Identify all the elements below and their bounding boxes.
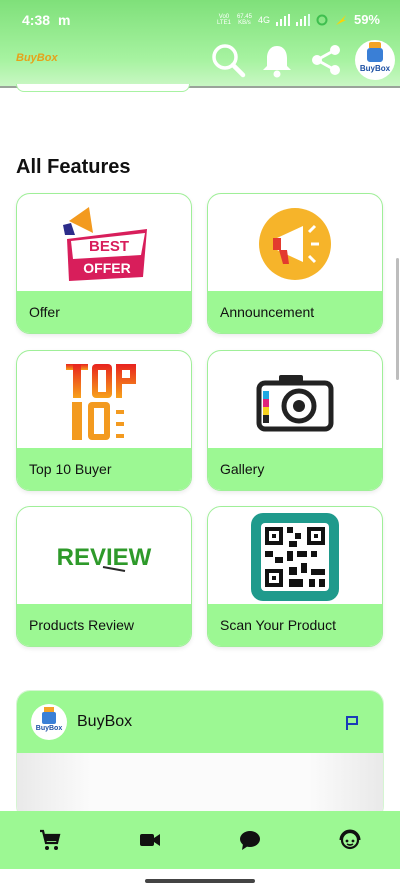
status-bar: 4:38 m Vo0 LTE1 67.45 KB/s 4G 59% [0, 0, 400, 40]
status-icons: Vo0 LTE1 67.45 KB/s 4G 59% [217, 12, 380, 27]
svg-text:OFFER: OFFER [83, 260, 130, 276]
sync-icon [316, 14, 328, 25]
volte-indicator: Vo0 LTE1 [217, 13, 231, 26]
system-home-indicator[interactable] [145, 879, 255, 883]
notification-bell-icon[interactable] [259, 42, 295, 78]
feature-card-announcement[interactable]: Announcement [207, 193, 383, 334]
svg-text:BEST: BEST [89, 238, 129, 255]
profile-avatar[interactable]: BuyBox [355, 40, 395, 80]
nav-video[interactable] [137, 827, 163, 853]
avatar-label: BuyBox [359, 63, 391, 73]
feature-card-offer[interactable]: BEST OFFER Offer [16, 193, 192, 334]
feature-card-scan-your-product[interactable]: Scan Your Product [207, 506, 383, 647]
top-10-icon [66, 363, 136, 440]
status-app-indicator: m [58, 12, 71, 28]
feed-avatar-label: BuyBox [35, 725, 63, 732]
feature-label: Top 10 Buyer [17, 448, 191, 490]
feed-post-media[interactable] [17, 753, 383, 819]
feature-label: Offer [17, 291, 191, 333]
search-icon[interactable] [210, 42, 246, 78]
feature-label: Scan Your Product [208, 604, 382, 646]
nav-chat[interactable] [237, 827, 263, 853]
qr-code-icon [251, 512, 339, 601]
nav-cart[interactable] [37, 827, 63, 853]
battery-saver-icon [335, 14, 346, 25]
bottom-navigation [0, 811, 400, 869]
feed-author-name[interactable]: BuyBox [77, 713, 132, 731]
signal-icon [275, 13, 290, 26]
feature-card-gallery[interactable]: Gallery [207, 350, 383, 491]
feature-label: Gallery [208, 448, 382, 490]
feed-post-header: BuyBox BuyBox [17, 691, 383, 753]
feed-post-card[interactable]: BuyBox BuyBox [16, 690, 384, 820]
cart-icon [40, 829, 61, 850]
net-speed: 67.45 KB/s [236, 13, 252, 26]
previous-card-bottom [16, 84, 190, 92]
buybox-logo-icon [42, 707, 56, 724]
share-icon[interactable] [308, 42, 344, 78]
scrollbar[interactable] [396, 258, 399, 380]
feature-label: Announcement [208, 291, 382, 333]
network-type: 4G [257, 14, 270, 25]
video-icon [140, 834, 160, 846]
app-header: 4:38 m Vo0 LTE1 67.45 KB/s 4G 59% BuyBox… [0, 0, 400, 88]
status-time: 4:38 [22, 12, 51, 28]
camera-icon [256, 374, 334, 431]
report-flag-icon[interactable] [345, 715, 359, 731]
nav-support[interactable] [337, 827, 363, 853]
megaphone-icon [259, 207, 331, 280]
signal-icon-2 [295, 13, 310, 26]
feature-label: Products Review [17, 604, 191, 646]
best-offer-icon: BEST OFFER [63, 206, 147, 281]
app-logo[interactable]: BuyBox [16, 52, 58, 64]
section-title: All Features [16, 156, 131, 178]
feed-avatar[interactable]: BuyBox [31, 704, 67, 740]
chat-icon [240, 831, 260, 850]
feature-card-products-review[interactable]: REVIEW Products Review [16, 506, 192, 647]
support-icon [339, 829, 361, 850]
review-icon: REVIEW [57, 544, 152, 572]
battery-percent: 59% [353, 12, 380, 27]
feature-card-top-10-buyer[interactable]: Top 10 Buyer [16, 350, 192, 491]
buybox-logo-icon [367, 41, 383, 62]
